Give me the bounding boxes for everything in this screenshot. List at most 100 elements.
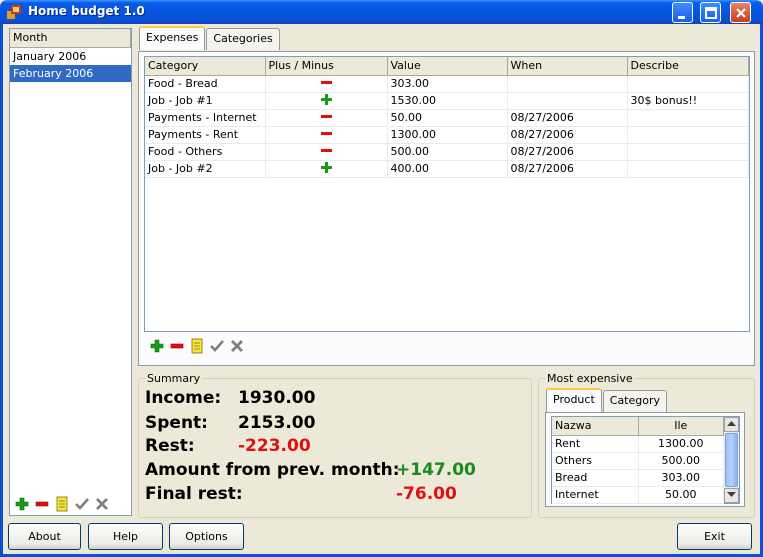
cell-describe[interactable] — [627, 126, 749, 144]
cell-plus-minus[interactable] — [265, 109, 388, 127]
close-icon — [736, 8, 746, 18]
options-button[interactable]: Options — [169, 523, 244, 550]
scroll-thumb[interactable] — [725, 433, 738, 487]
cell-when[interactable]: 08/27/2006 — [507, 143, 628, 161]
cell-ile[interactable]: 50.00 — [638, 486, 724, 504]
column-header-nazwa[interactable]: Nazwa — [552, 417, 639, 436]
column-header-category[interactable]: Category — [145, 57, 266, 76]
scroll-up-button[interactable] — [724, 417, 739, 432]
cell-value[interactable]: 1300.00 — [387, 126, 508, 144]
rest-value: -223.00 — [238, 436, 311, 456]
table-row[interactable]: Job - Job #2 400.00 08/27/2006 — [145, 160, 749, 178]
cell-ile[interactable]: 500.00 — [638, 452, 724, 470]
vertical-scrollbar[interactable] — [724, 417, 739, 503]
cell-when[interactable]: 08/27/2006 — [507, 126, 628, 144]
accept-icon[interactable] — [74, 496, 90, 512]
prev-month-value: +147.00 — [396, 460, 476, 480]
month-toolbar — [14, 496, 110, 512]
cell-value[interactable]: 1530.00 — [387, 92, 508, 110]
column-header-value[interactable]: Value — [387, 57, 508, 76]
cell-describe[interactable] — [627, 75, 749, 93]
table-row[interactable]: Job - Job #1 1530.00 30$ bonus!! — [145, 92, 749, 110]
month-column-header[interactable]: Month — [10, 29, 131, 48]
table-row[interactable]: Rent 1300.00 — [552, 435, 724, 453]
cell-describe[interactable] — [627, 160, 749, 178]
table-row[interactable]: Internet 50.00 — [552, 486, 724, 504]
table-row[interactable]: Others 500.00 — [552, 452, 724, 470]
cell-nazwa[interactable]: Others — [552, 452, 639, 470]
cell-nazwa[interactable]: Rent — [552, 435, 639, 453]
exit-button[interactable]: Exit — [677, 523, 752, 550]
remove-icon[interactable] — [169, 338, 185, 354]
cell-value[interactable]: 400.00 — [387, 160, 508, 178]
cell-category[interactable]: Food - Bread — [145, 75, 266, 93]
about-button[interactable]: About — [8, 523, 81, 550]
edit-icon[interactable] — [189, 338, 205, 354]
table-row[interactable]: Bread 303.00 — [552, 469, 724, 487]
scroll-down-button[interactable] — [724, 488, 739, 503]
cell-plus-minus[interactable] — [265, 126, 388, 144]
add-icon[interactable] — [149, 338, 165, 354]
cell-category[interactable]: Job - Job #2 — [145, 160, 266, 178]
tab-expenses[interactable]: Expenses — [139, 26, 206, 50]
table-row[interactable]: Payments - Internet 50.00 08/27/2006 — [145, 109, 749, 127]
cell-nazwa[interactable]: Bread — [552, 469, 639, 487]
maximize-button[interactable] — [700, 2, 721, 23]
cell-value[interactable]: 50.00 — [387, 109, 508, 127]
close-button[interactable] — [730, 2, 751, 23]
most-expensive-tabs: Product Category — [546, 388, 668, 412]
table-row[interactable]: Food - Bread 303.00 — [145, 75, 749, 93]
cell-nazwa[interactable]: Internet — [552, 486, 639, 504]
cell-describe[interactable] — [627, 109, 749, 127]
rest-label: Rest: — [145, 436, 195, 456]
tab-category[interactable]: Category — [602, 390, 668, 412]
column-header-plus-minus[interactable]: Plus / Minus — [265, 57, 388, 76]
cell-plus-minus[interactable] — [265, 75, 388, 93]
help-button[interactable]: Help — [88, 523, 163, 550]
minimize-button[interactable] — [672, 2, 693, 23]
cell-category[interactable]: Job - Job #1 — [145, 92, 266, 110]
prev-month-label: Amount from prev. month: — [145, 460, 400, 480]
tab-categories[interactable]: Categories — [206, 28, 280, 50]
month-list[interactable]: Month January 2006 February 2006 — [9, 28, 132, 516]
month-item-january-2006[interactable]: January 2006 — [10, 48, 131, 65]
cell-value[interactable]: 500.00 — [387, 143, 508, 161]
cell-plus-minus[interactable] — [265, 92, 388, 110]
accept-icon[interactable] — [209, 338, 225, 354]
plus-icon — [320, 161, 332, 173]
table-row[interactable]: Food - Others 500.00 08/27/2006 — [145, 143, 749, 161]
cell-plus-minus[interactable] — [265, 160, 388, 178]
edit-icon[interactable] — [54, 496, 70, 512]
cell-describe[interactable] — [627, 143, 749, 161]
cell-category[interactable]: Payments - Rent — [145, 126, 266, 144]
cell-ile[interactable]: 1300.00 — [638, 435, 724, 453]
cell-category[interactable]: Food - Others — [145, 143, 266, 161]
month-item-february-2006[interactable]: February 2006 — [10, 65, 131, 82]
remove-icon[interactable] — [34, 496, 50, 512]
cell-ile[interactable]: 303.00 — [638, 469, 724, 487]
cell-category[interactable]: Payments - Internet — [145, 109, 266, 127]
minus-icon — [320, 80, 332, 84]
column-header-ile[interactable]: Ile — [638, 417, 724, 436]
cell-describe[interactable]: 30$ bonus!! — [627, 92, 749, 110]
column-header-when[interactable]: When — [507, 57, 628, 76]
tab-product[interactable]: Product — [546, 388, 602, 412]
add-icon[interactable] — [14, 496, 30, 512]
cell-when[interactable] — [507, 75, 628, 93]
expenses-table[interactable]: Category Plus / Minus Value When Describ… — [144, 56, 750, 332]
spent-value: 2153.00 — [238, 413, 316, 433]
cell-when[interactable]: 08/27/2006 — [507, 160, 628, 178]
cell-value[interactable]: 303.00 — [387, 75, 508, 93]
cell-when[interactable] — [507, 92, 628, 110]
column-header-describe[interactable]: Describe — [627, 57, 749, 76]
most-expensive-label: Most expensive — [545, 372, 635, 385]
plus-icon — [320, 93, 332, 105]
cancel-icon[interactable] — [94, 496, 110, 512]
table-row[interactable]: Payments - Rent 1300.00 08/27/2006 — [145, 126, 749, 144]
minus-icon — [320, 114, 332, 118]
title-bar[interactable]: Home budget 1.0 — [0, 0, 763, 24]
cell-when[interactable]: 08/27/2006 — [507, 109, 628, 127]
most-expensive-table[interactable]: Nazwa Ile Rent 1300.00 Others 500.00 Bread 30… — [551, 416, 740, 504]
cell-plus-minus[interactable] — [265, 143, 388, 161]
cancel-icon[interactable] — [229, 338, 245, 354]
